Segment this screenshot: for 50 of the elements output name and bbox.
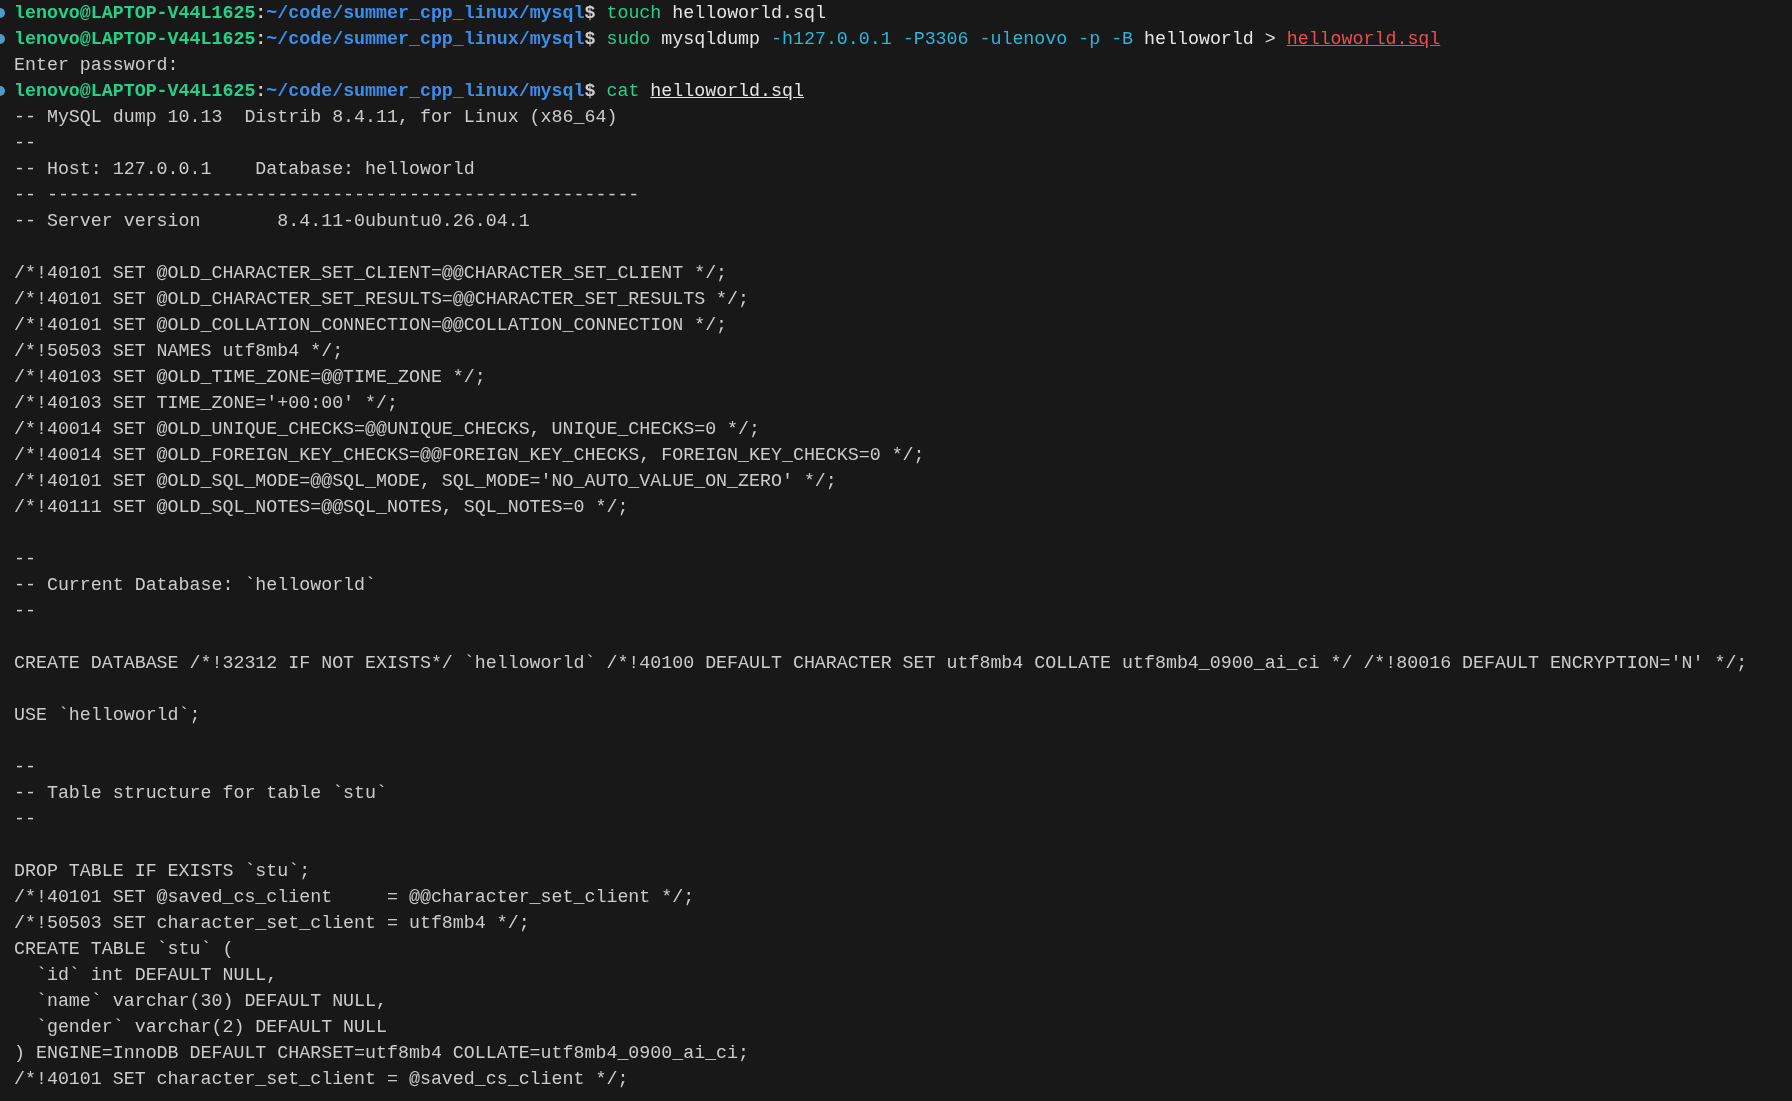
shell-prompt: lenovo@LAPTOP-V44L1625:~/code/summer_cpp_linux/mysql$ (14, 2, 596, 25)
terminal-output-line: -- (14, 548, 36, 571)
terminal-output-line: CREATE DATABASE /*!32312 IF NOT EXISTS*/ `helloworld` /*!40100 DEFAULT CHARACTER SET utf8mb4 COLLATE utf8mb4_0900_ai_ci */ /*!80016 DEFAULT ENCRYPTION='N' */; (14, 652, 1748, 675)
terminal-output-line: Enter password: (14, 54, 179, 77)
file-link[interactable]: helloworld.sql (650, 78, 804, 104)
terminal-output-line: -- Table structure for table `stu` (14, 782, 387, 805)
terminal-output-line: /*!40111 SET @OLD_SQL_NOTES=@@SQL_NOTES, SQL_NOTES=0 */; (14, 496, 629, 519)
terminal-output-line: /*!40101 SET @OLD_CHARACTER_SET_RESULTS=@@CHARACTER_SET_RESULTS */; (14, 288, 750, 311)
option-text: -p (1078, 28, 1101, 51)
terminal-output-line: USE `helloworld`; (14, 704, 201, 727)
terminal-output-line: /*!40101 SET @OLD_CHARACTER_SET_CLIENT=@@CHARACTER_SET_CLIENT */; (14, 262, 728, 285)
terminal-output-line: /*!40103 SET TIME_ZONE='+00:00' */; (14, 392, 398, 415)
terminal-output-line: /*!40101 SET @saved_cs_client = @@character_set_client */; (14, 886, 695, 909)
option-text: -ulenovo (979, 28, 1068, 51)
terminal-output-line: -- (14, 756, 36, 779)
command-name: cat (606, 80, 640, 103)
terminal-output-line: `gender` varchar(2) DEFAULT NULL (34, 1016, 387, 1039)
terminal-output-line: /*!40101 SET @OLD_COLLATION_CONNECTION=@@COLLATION_CONNECTION */; (14, 314, 728, 337)
terminal-output-line: /*!40014 SET @OLD_FOREIGN_KEY_CHECKS=@@FOREIGN_KEY_CHECKS, FOREIGN_KEY_CHECKS=0 */; (14, 444, 925, 467)
argument-text: mysqldump (661, 28, 761, 51)
terminal-output-line: -- Current Database: `helloworld` (14, 574, 377, 597)
terminal-output-line: /*!40103 SET @OLD_TIME_ZONE=@@TIME_ZONE */; (14, 366, 486, 389)
terminal-output-line: CREATE TABLE `stu` ( (14, 938, 234, 961)
terminal-output-line: -- (14, 600, 36, 623)
command-name: sudo (606, 28, 651, 51)
terminal-output-line: /*!40014 SET @OLD_UNIQUE_CHECKS=@@UNIQUE_CHECKS, UNIQUE_CHECKS=0 */; (14, 418, 760, 441)
argument-text: helloworld.sql (672, 2, 826, 25)
shell-prompt: lenovo@LAPTOP-V44L1625:~/code/summer_cpp_linux/mysql$ (14, 80, 596, 103)
shell-prompt: lenovo@LAPTOP-V44L1625:~/code/summer_cpp_linux/mysql$ (14, 28, 596, 51)
argument-text: > (1264, 28, 1276, 51)
command-name: touch (606, 2, 662, 25)
terminal-output-line: /*!40101 SET character_set_client = @saved_cs_client */; (14, 1068, 629, 1091)
file-link[interactable]: helloworld.sql (1286, 26, 1441, 52)
option-text: -B (1111, 28, 1134, 51)
terminal-output-line: -- ------------------------------------------------------ (14, 184, 640, 207)
terminal-output-line: /*!50503 SET character_set_client = utf8mb4 */; (14, 912, 530, 935)
terminal-output-line: ) ENGINE=InnoDB DEFAULT CHARSET=utf8mb4 COLLATE=utf8mb4_0900_ai_ci; (14, 1042, 750, 1065)
terminal-output-line: -- (14, 808, 36, 831)
option-text: -P3306 (902, 28, 969, 51)
terminal-output-line: -- MySQL dump 10.13 Distrib 8.4.11, for Linux (x86_64) (14, 106, 618, 129)
terminal-output-line: `name` varchar(30) DEFAULT NULL, (34, 990, 387, 1013)
terminal-output-line: /*!50503 SET NAMES utf8mb4 */; (14, 340, 344, 363)
terminal-output-line: `id` int DEFAULT NULL, (34, 964, 278, 987)
terminal-output-line: DROP TABLE IF EXISTS `stu`; (14, 860, 311, 883)
option-text: -h127.0.0.1 (771, 28, 892, 51)
terminal-output-line: -- (14, 132, 36, 155)
terminal-output-line: -- Host: 127.0.0.1 Database: helloworld (14, 158, 475, 181)
terminal-output-line: -- Server version 8.4.11-0ubuntu0.26.04.1 (14, 210, 530, 233)
argument-text: helloworld (1144, 28, 1254, 51)
terminal-output-line: /*!40101 SET @OLD_SQL_MODE=@@SQL_MODE, SQL_MODE='NO_AUTO_VALUE_ON_ZERO' */; (14, 470, 837, 493)
